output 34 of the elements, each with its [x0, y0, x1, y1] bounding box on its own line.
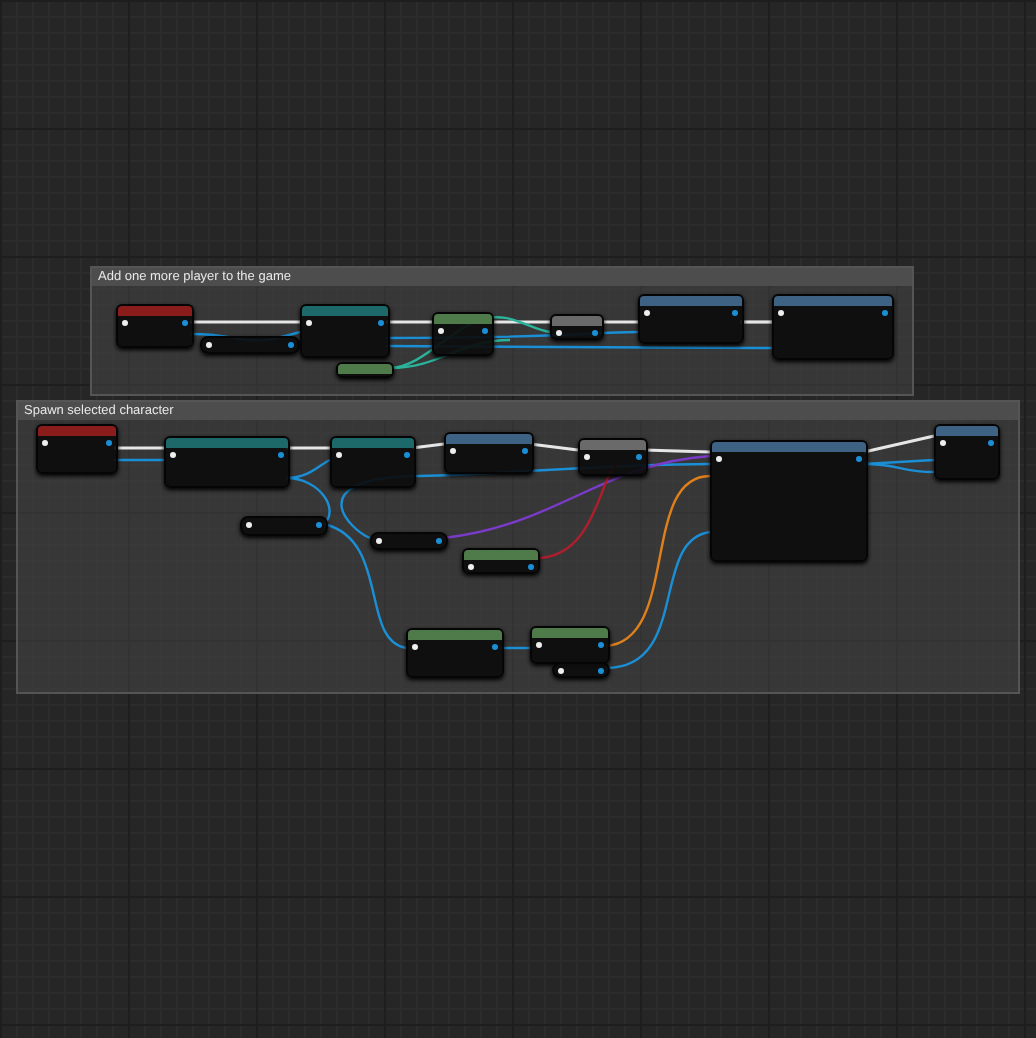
graph-node[interactable] — [530, 626, 610, 664]
exec-wire — [386, 320, 432, 324]
graph-node[interactable] — [462, 548, 540, 574]
exec-wire — [600, 320, 638, 324]
graph-node[interactable] — [370, 532, 448, 550]
exec-wire — [740, 320, 772, 324]
graph-node[interactable] — [934, 424, 1000, 480]
graph-node[interactable] — [432, 312, 494, 356]
graph-node[interactable] — [330, 436, 416, 488]
exec-wire — [286, 446, 330, 450]
graph-node[interactable] — [550, 314, 604, 340]
graph-node[interactable] — [200, 336, 300, 354]
data-wire — [114, 458, 164, 462]
graph-node[interactable] — [300, 304, 390, 358]
graph-node[interactable] — [164, 436, 290, 488]
graph-node[interactable] — [578, 438, 648, 476]
graph-node[interactable] — [116, 304, 194, 348]
exec-wire — [114, 446, 164, 450]
exec-wire — [190, 320, 300, 324]
graph-node[interactable] — [240, 516, 328, 536]
graph-node[interactable] — [772, 294, 894, 360]
graph-node[interactable] — [406, 628, 504, 678]
graph-node[interactable] — [552, 662, 610, 678]
graph-node[interactable] — [336, 362, 394, 378]
graph-node[interactable] — [36, 424, 118, 474]
graph-node[interactable] — [638, 294, 744, 344]
exec-wire — [490, 320, 550, 324]
graph-node[interactable] — [710, 440, 868, 562]
exec-wire — [411, 442, 445, 450]
exec-wire — [643, 448, 711, 454]
exec-wire — [863, 434, 935, 454]
graph-node[interactable] — [444, 432, 534, 474]
data-wire — [500, 646, 530, 650]
exec-wire — [529, 442, 579, 452]
